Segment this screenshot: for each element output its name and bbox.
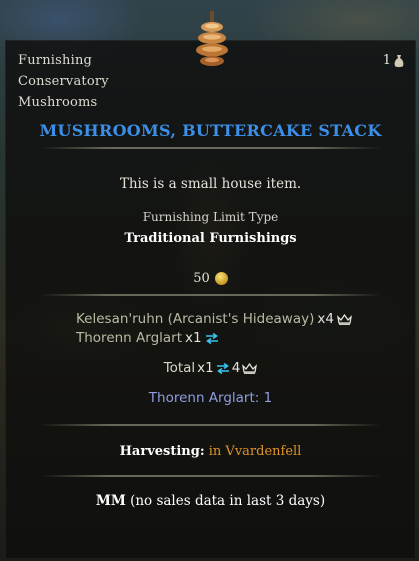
transfer-arrows-icon: [216, 362, 230, 374]
divider: [40, 475, 381, 477]
divider: [40, 147, 381, 149]
harvest-info: Harvesting: in Vvardenfell: [5, 444, 416, 459]
divider: [40, 424, 381, 426]
mm-text: (no sales data in last 3 days): [130, 493, 326, 509]
character-count: Thorenn Arglart: 1: [5, 390, 416, 406]
harvest-location: in Vvardenfell: [208, 444, 302, 459]
total-qty-character: x1: [197, 360, 214, 376]
furnishing-limit-value: Traditional Furnishings: [124, 231, 297, 246]
character-count-value: 1: [263, 390, 273, 406]
item-count-value: 1: [382, 53, 391, 68]
item-count: 1: [383, 53, 404, 68]
price-value: 50: [193, 271, 210, 286]
inventory-total: Total x1 4: [5, 360, 416, 376]
mm-label: MM: [95, 493, 126, 509]
total-label: Total: [163, 360, 196, 376]
inventory-character-line: Thorenn Arglart x1: [76, 330, 219, 346]
transfer-arrows-icon: [205, 332, 219, 344]
furnishing-limit-label: Furnishing Limit Type: [142, 210, 279, 224]
item-title: MUSHROOMS, BUTTERCAKE STACK: [39, 121, 382, 140]
inventory-house-line: Kelesan'ruhn (Arcanist's Hideaway) x4: [76, 311, 352, 327]
character-qty: x1: [185, 330, 202, 346]
mushroom-icon: [193, 11, 231, 69]
crown-icon: [336, 313, 352, 325]
house-name: Kelesan'ruhn (Arcanist's Hideaway): [76, 311, 315, 327]
category-mushrooms: Mushrooms: [18, 95, 98, 110]
category-conservatory: Conservatory: [18, 74, 109, 89]
mm-sales-info: MM (no sales data in last 3 days): [5, 493, 416, 509]
category-furnishing: Furnishing: [18, 53, 93, 68]
character-name: Thorenn Arglart: [76, 330, 183, 346]
character-count-name: Thorenn Arglart:: [148, 390, 260, 406]
crown-icon: [242, 362, 258, 374]
divider: [40, 294, 381, 296]
house-qty: x4: [317, 311, 334, 327]
item-description: This is a small house item.: [119, 176, 302, 192]
gold-coin-icon: [214, 272, 228, 285]
item-price: 50: [5, 271, 416, 286]
harvest-label: Harvesting:: [119, 444, 205, 459]
bag-icon: [394, 54, 404, 68]
item-tooltip: Furnishing Conservatory Mushrooms 1 MUSH…: [5, 40, 416, 559]
total-qty-house: 4: [231, 360, 241, 376]
